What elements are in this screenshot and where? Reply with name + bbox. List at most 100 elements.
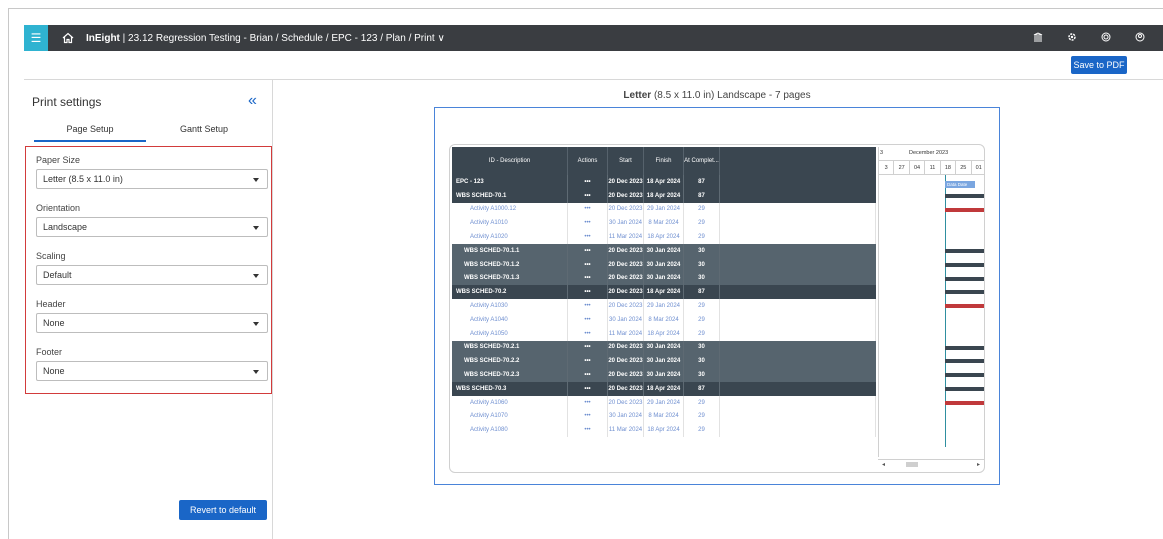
- table-row[interactable]: Activity A1070 ••• 30 Jan 2024 8 Mar 2024 29: [452, 409, 876, 424]
- paper-size-value: Letter (8.5 x 11.0 in): [43, 174, 123, 184]
- table-row[interactable]: Activity A1080 ••• 11 Mar 2024 18 Apr 2024 2…: [452, 423, 876, 438]
- table-row[interactable]: Activity A1020 ••• 11 Mar 2024 18 Apr 2024 2…: [452, 230, 876, 244]
- row-actions-menu[interactable]: •••: [568, 188, 608, 203]
- row-spacer: [720, 258, 876, 272]
- row-actions-menu[interactable]: •••: [568, 243, 608, 258]
- gantt-bar[interactable]: [945, 207, 984, 212]
- breadcrumb[interactable]: InEight | 23.12 Regression Testing - Bri…: [86, 33, 445, 44]
- row-actions-menu[interactable]: •••: [568, 230, 608, 244]
- breadcrumb-path[interactable]: | 23.12 Regression Testing - Brian / Sch…: [123, 33, 445, 44]
- table-row[interactable]: WBS SCHED-70.1.2 ••• 20 Dec 2023 30 Jan 202…: [452, 257, 876, 272]
- collapse-panel-icon[interactable]: «: [248, 92, 257, 110]
- row-actions-menu[interactable]: •••: [568, 299, 608, 313]
- table-row[interactable]: Activity A1060 ••• 20 Dec 2023 29 Jan 2024 2…: [452, 395, 876, 410]
- help-icon[interactable]: [1093, 32, 1119, 45]
- table-row[interactable]: EPC - 123 ••• 20 Dec 2023 18 Apr 2024 87: [452, 175, 876, 189]
- row-actions-menu[interactable]: •••: [568, 326, 608, 341]
- gantt-bar[interactable]: [945, 400, 984, 405]
- row-at-complete-cell: 87: [684, 285, 720, 300]
- header-select[interactable]: None: [36, 313, 268, 333]
- row-actions-menu[interactable]: •••: [568, 340, 608, 355]
- column-header-id[interactable]: ID - Description: [452, 147, 568, 175]
- row-at-complete-cell: 29: [684, 230, 720, 244]
- table-row[interactable]: WBS SCHED-70.1.1 ••• 20 Dec 2023 30 Jan 202…: [452, 243, 876, 258]
- table-row[interactable]: WBS SCHED-70.2.3 ••• 20 Dec 2023 30 Jan 202…: [452, 368, 876, 382]
- table-row[interactable]: Activity A1030 ••• 20 Dec 2023 29 Jan 2024 2…: [452, 299, 876, 313]
- gantt-bar[interactable]: [945, 193, 984, 198]
- hamburger-menu-icon[interactable]: ☰: [24, 25, 48, 51]
- paper-size-select[interactable]: Letter (8.5 x 11.0 in): [36, 169, 268, 189]
- table-row[interactable]: WBS SCHED-70.2.2 ••• 20 Dec 2023 30 Jan 202…: [452, 354, 876, 369]
- home-icon[interactable]: [60, 30, 76, 46]
- row-at-complete-cell: 30: [684, 243, 720, 258]
- table-row[interactable]: WBS SCHED-70.3 ••• 20 Dec 2023 18 Apr 2024 8…: [452, 381, 876, 396]
- row-spacer: [720, 230, 876, 244]
- gantt-bar[interactable]: [945, 373, 984, 378]
- row-actions-menu[interactable]: •••: [568, 409, 608, 424]
- gantt-bar[interactable]: [945, 276, 984, 281]
- gantt-bar[interactable]: [945, 387, 984, 391]
- chevron-down-icon: [253, 178, 259, 182]
- row-actions-menu[interactable]: •••: [568, 216, 608, 231]
- row-actions-menu[interactable]: •••: [568, 368, 608, 382]
- scaling-value: Default: [43, 270, 72, 280]
- row-actions-menu[interactable]: •••: [568, 285, 608, 300]
- row-id-cell: WBS SCHED-70.2: [452, 285, 568, 300]
- row-actions-menu[interactable]: •••: [568, 354, 608, 369]
- row-start-cell: 20 Dec 2023: [608, 354, 644, 369]
- row-actions-menu[interactable]: •••: [568, 202, 608, 217]
- gantt-bar[interactable]: [945, 359, 984, 364]
- print-settings-panel: Print settings « Page Setup Gantt Setup …: [24, 80, 273, 539]
- scaling-select[interactable]: Default: [36, 265, 268, 285]
- orientation-select[interactable]: Landscape: [36, 217, 268, 237]
- table-row[interactable]: Activity A1040 ••• 30 Jan 2024 8 Mar 2024 29: [452, 312, 876, 327]
- row-at-complete-cell: 30: [684, 368, 720, 382]
- row-actions-menu[interactable]: •••: [568, 312, 608, 327]
- gantt-bar[interactable]: [945, 290, 984, 295]
- row-actions-menu[interactable]: •••: [568, 271, 608, 286]
- row-finish-cell: 18 Apr 2024: [644, 423, 684, 438]
- table-row[interactable]: Activity A1010 ••• 30 Jan 2024 8 Mar 2024 29: [452, 216, 876, 231]
- row-id-cell: Activity A1070: [452, 409, 568, 424]
- table-row[interactable]: WBS SCHED-70.1 ••• 20 Dec 2023 18 Apr 2024 8…: [452, 188, 876, 203]
- tab-page-setup[interactable]: Page Setup: [34, 124, 146, 142]
- row-actions-menu[interactable]: •••: [568, 257, 608, 272]
- table-row[interactable]: Activity A1000.12 ••• 20 Dec 2023 29 Jan 20…: [452, 202, 876, 217]
- row-actions-menu[interactable]: •••: [568, 175, 608, 189]
- column-header-actions[interactable]: Actions: [568, 147, 608, 175]
- table-row[interactable]: WBS SCHED-70.1.3 ••• 20 Dec 2023 30 Jan 202…: [452, 271, 876, 286]
- row-id-cell: Activity A1030: [452, 299, 568, 313]
- settings-icon[interactable]: [1059, 32, 1085, 45]
- column-header-start[interactable]: Start: [608, 147, 644, 175]
- table-row[interactable]: WBS SCHED-70.2.1 ••• 20 Dec 2023 30 Jan 202…: [452, 340, 876, 355]
- user-icon[interactable]: [1127, 32, 1153, 45]
- chevron-down-icon: [253, 370, 259, 374]
- gantt-day-label: 25: [956, 161, 972, 174]
- row-start-cell: 20 Dec 2023: [608, 299, 644, 313]
- row-actions-menu[interactable]: •••: [568, 423, 608, 438]
- row-finish-cell: 8 Mar 2024: [644, 409, 684, 424]
- bank-icon[interactable]: [1025, 31, 1051, 45]
- revert-to-default-button[interactable]: Revert to default: [179, 500, 267, 520]
- scroll-left-icon[interactable]: ◂: [882, 461, 885, 468]
- gantt-bar[interactable]: [945, 304, 984, 309]
- save-to-pdf-button[interactable]: Save to PDF: [1071, 56, 1127, 74]
- row-actions-menu[interactable]: •••: [568, 381, 608, 396]
- scroll-right-icon[interactable]: ▸: [977, 461, 980, 468]
- scroll-thumb[interactable]: [906, 462, 918, 467]
- column-header-spacer: [720, 147, 876, 175]
- table-row[interactable]: WBS SCHED-70.2 ••• 20 Dec 2023 18 Apr 2024 8…: [452, 285, 876, 300]
- gantt-horizontal-scrollbar[interactable]: ◂ ▸: [878, 459, 984, 469]
- footer-select[interactable]: None: [36, 361, 268, 381]
- table-row[interactable]: Activity A1050 ••• 11 Mar 2024 18 Apr 2024 2…: [452, 326, 876, 341]
- gantt-days-header: 3 27 04 11 18 25 01: [879, 161, 984, 175]
- gantt-bar[interactable]: [945, 249, 984, 253]
- gantt-bar[interactable]: [945, 345, 984, 350]
- row-start-cell: 20 Dec 2023: [608, 340, 644, 355]
- column-header-at-complete[interactable]: At Complet...: [684, 147, 720, 175]
- gantt-bar[interactable]: [945, 262, 984, 267]
- row-actions-menu[interactable]: •••: [568, 395, 608, 410]
- column-header-finish[interactable]: Finish: [644, 147, 684, 175]
- gantt-day-label: 11: [925, 161, 941, 174]
- tab-gantt-setup[interactable]: Gantt Setup: [154, 124, 254, 134]
